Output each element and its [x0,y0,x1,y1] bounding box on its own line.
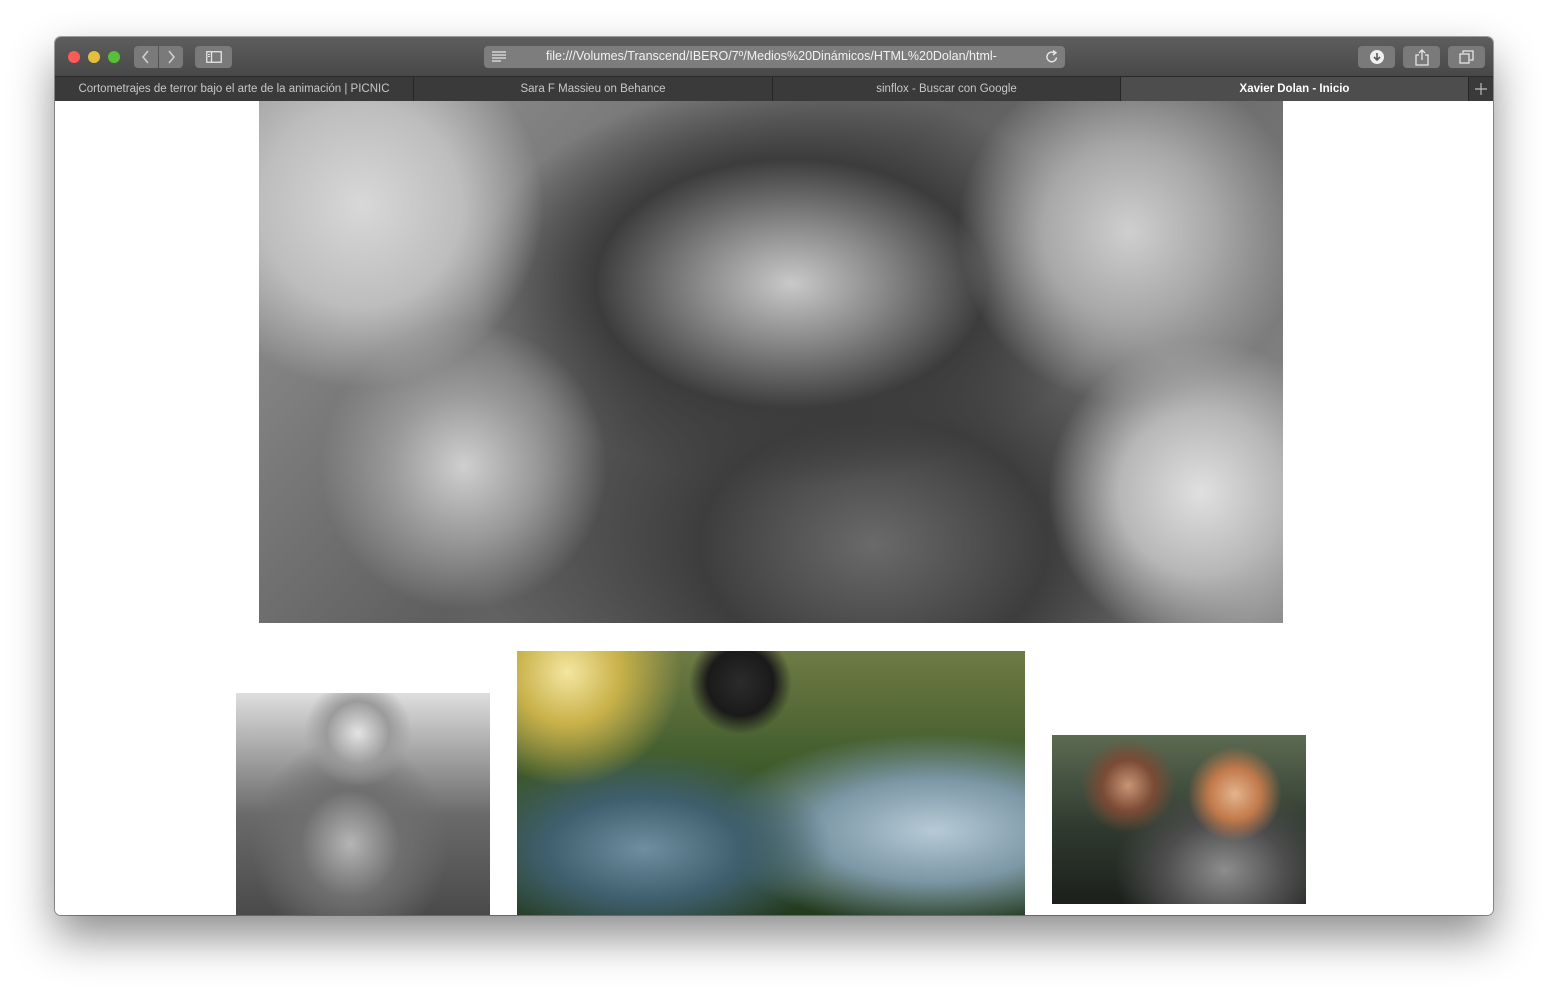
download-icon [1369,50,1384,64]
tab-bar: Cortometrajes de terror bajo el arte de … [55,76,1493,101]
close-window-button[interactable] [68,51,80,63]
title-bar: file:///Volumes/Transcend/IBERO/7º/Medio… [55,37,1493,76]
gallery-photo-right[interactable] [1052,735,1306,904]
tab-xavier-dolan[interactable]: Xavier Dolan - Inicio [1121,77,1469,101]
new-tab-icon [1475,83,1487,95]
browser-window: file:///Volumes/Transcend/IBERO/7º/Medio… [55,37,1493,915]
minimize-window-button[interactable] [88,51,100,63]
page-content [55,101,1493,915]
tab-overview-button[interactable] [1448,46,1485,68]
url-text[interactable]: file:///Volumes/Transcend/IBERO/7º/Medio… [546,49,1006,63]
sidebar-button[interactable] [195,46,232,68]
reload-icon[interactable] [1045,49,1059,64]
new-tab-button[interactable] [1469,77,1493,101]
tab-picnic[interactable]: Cortometrajes de terror bajo el arte de … [55,77,414,101]
gallery-photo-center[interactable] [517,651,1025,915]
back-icon [141,50,149,64]
sidebar-icon [205,51,222,63]
hero-photo [259,101,1283,623]
share-button[interactable] [1403,46,1440,68]
forward-button[interactable] [159,46,183,68]
tabs-overview-icon [1459,50,1474,64]
gallery-photo-left[interactable] [236,693,490,915]
downloads-button[interactable] [1358,46,1395,68]
reader-icon[interactable] [492,51,506,62]
maximize-window-button[interactable] [108,51,120,63]
share-icon [1414,48,1429,66]
back-button[interactable] [134,46,158,68]
address-bar[interactable]: file:///Volumes/Transcend/IBERO/7º/Medio… [484,46,1065,68]
tab-google[interactable]: sinflox - Buscar con Google [773,77,1121,101]
tab-behance[interactable]: Sara F Massieu on Behance [414,77,773,101]
forward-icon [168,50,176,64]
